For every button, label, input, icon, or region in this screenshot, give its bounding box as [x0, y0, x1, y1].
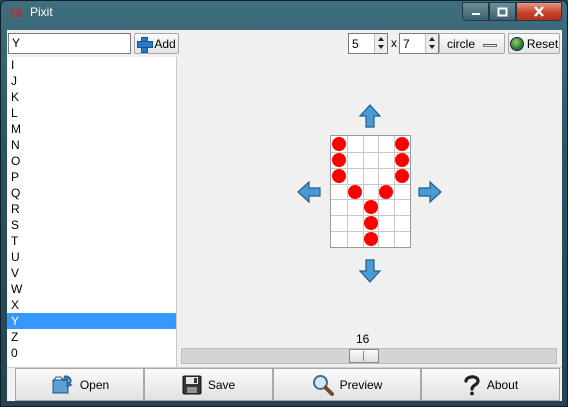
glyph-list-item[interactable]: O [7, 153, 176, 169]
pixel-dot[interactable] [331, 136, 346, 151]
pixel-dot[interactable] [347, 184, 362, 199]
about-button[interactable]: About [421, 368, 560, 401]
title-bar[interactable]: Tk Pixit [1, 1, 567, 25]
glyph-list-item[interactable]: X [7, 297, 176, 313]
width-spin-arrows[interactable] [374, 34, 387, 53]
reset-button-label: Reset [526, 36, 559, 51]
close-icon [534, 6, 544, 17]
glyph-list-item[interactable]: R [7, 201, 176, 217]
pixel-dot[interactable] [331, 168, 346, 183]
dropdown-indicator-icon [483, 44, 497, 47]
preview-button[interactable]: Preview [273, 368, 421, 401]
client-area: Y Add IJKLMNOPQRSTUVWXYZ0 5 x 7 circle R… [7, 30, 562, 401]
shift-left-arrow-icon[interactable] [297, 180, 321, 204]
pixel-dot[interactable] [395, 152, 410, 167]
reset-button[interactable]: Reset [508, 33, 560, 54]
close-button[interactable] [516, 2, 562, 21]
app-window: Tk Pixit Y Add IJKLMNOPQRSTUVWXYZ0 5 x 7… [0, 0, 568, 407]
refresh-globe-icon [509, 36, 524, 51]
width-value: 5 [352, 37, 359, 51]
maximize-icon [497, 7, 508, 16]
pixel-dot[interactable] [363, 200, 378, 215]
glyph-list-item[interactable]: I [7, 57, 176, 73]
glyph-list-item[interactable]: N [7, 137, 176, 153]
open-button[interactable]: Open [15, 368, 144, 401]
minimize-icon [471, 12, 480, 15]
pixel-dot[interactable] [363, 216, 378, 231]
slider-value: 16 [356, 332, 370, 346]
glyph-list-item[interactable]: Z [7, 329, 176, 345]
glyph-list-item[interactable]: K [7, 89, 176, 105]
pixel-grid[interactable] [330, 135, 411, 248]
about-button-label: About [486, 377, 519, 392]
minimize-button[interactable] [462, 2, 489, 21]
save-button-label: Save [207, 377, 236, 392]
glyph-list-item[interactable]: J [7, 73, 176, 89]
height-spinbox[interactable]: 7 [399, 33, 439, 54]
glyph-list-item[interactable]: T [7, 233, 176, 249]
window-controls [462, 2, 562, 21]
glyph-list-item[interactable]: L [7, 105, 176, 121]
glyph-list-item[interactable]: P [7, 169, 176, 185]
bottom-toolbar: Open Save Preview About [7, 367, 562, 401]
glyph-list-item[interactable]: Y [7, 313, 176, 329]
shift-down-arrow-icon[interactable] [358, 259, 382, 283]
pixel-dot[interactable] [379, 184, 394, 199]
save-button[interactable]: Save [144, 368, 273, 401]
shift-up-arrow-icon[interactable] [358, 104, 382, 128]
pixel-dot[interactable] [395, 136, 410, 151]
open-icon [52, 375, 73, 393]
glyph-list-item[interactable]: S [7, 217, 176, 233]
preview-button-label: Preview [339, 377, 383, 392]
grid-toolbar: 5 x 7 circle Reset [7, 33, 562, 55]
tk-feather-icon: Tk [9, 6, 23, 20]
shape-value: circle [447, 37, 476, 51]
glyph-list-item[interactable]: M [7, 121, 176, 137]
size-separator: x [391, 36, 397, 50]
pixel-dot[interactable] [363, 232, 378, 247]
floppy-disk-icon [182, 375, 202, 394]
shape-dropdown[interactable]: circle [439, 33, 505, 54]
open-button-label: Open [79, 377, 110, 392]
maximize-button[interactable] [489, 2, 516, 21]
glyph-list[interactable]: IJKLMNOPQRSTUVWXYZ0 [7, 57, 177, 367]
glyph-list-item[interactable]: V [7, 265, 176, 281]
glyph-list-item[interactable]: Q [7, 185, 176, 201]
width-spinbox[interactable]: 5 [348, 33, 388, 54]
height-spin-arrows[interactable] [425, 34, 438, 53]
glyph-list-item[interactable]: U [7, 249, 176, 265]
shift-right-arrow-icon[interactable] [418, 180, 442, 204]
glyph-list-item[interactable]: 0 [7, 345, 176, 361]
pixel-dot[interactable] [331, 152, 346, 167]
height-value: 7 [403, 37, 410, 51]
pixel-dot[interactable] [395, 168, 410, 183]
window-title: Pixit [30, 5, 53, 19]
editor-canvas [180, 55, 562, 340]
question-mark-icon [464, 374, 480, 395]
magnifier-icon [312, 374, 334, 396]
glyph-list-item[interactable]: W [7, 281, 176, 297]
glyph-panel: Y Add IJKLMNOPQRSTUVWXYZ0 [7, 30, 180, 367]
slider-thumb[interactable] [349, 349, 379, 363]
size-slider[interactable] [181, 348, 557, 364]
